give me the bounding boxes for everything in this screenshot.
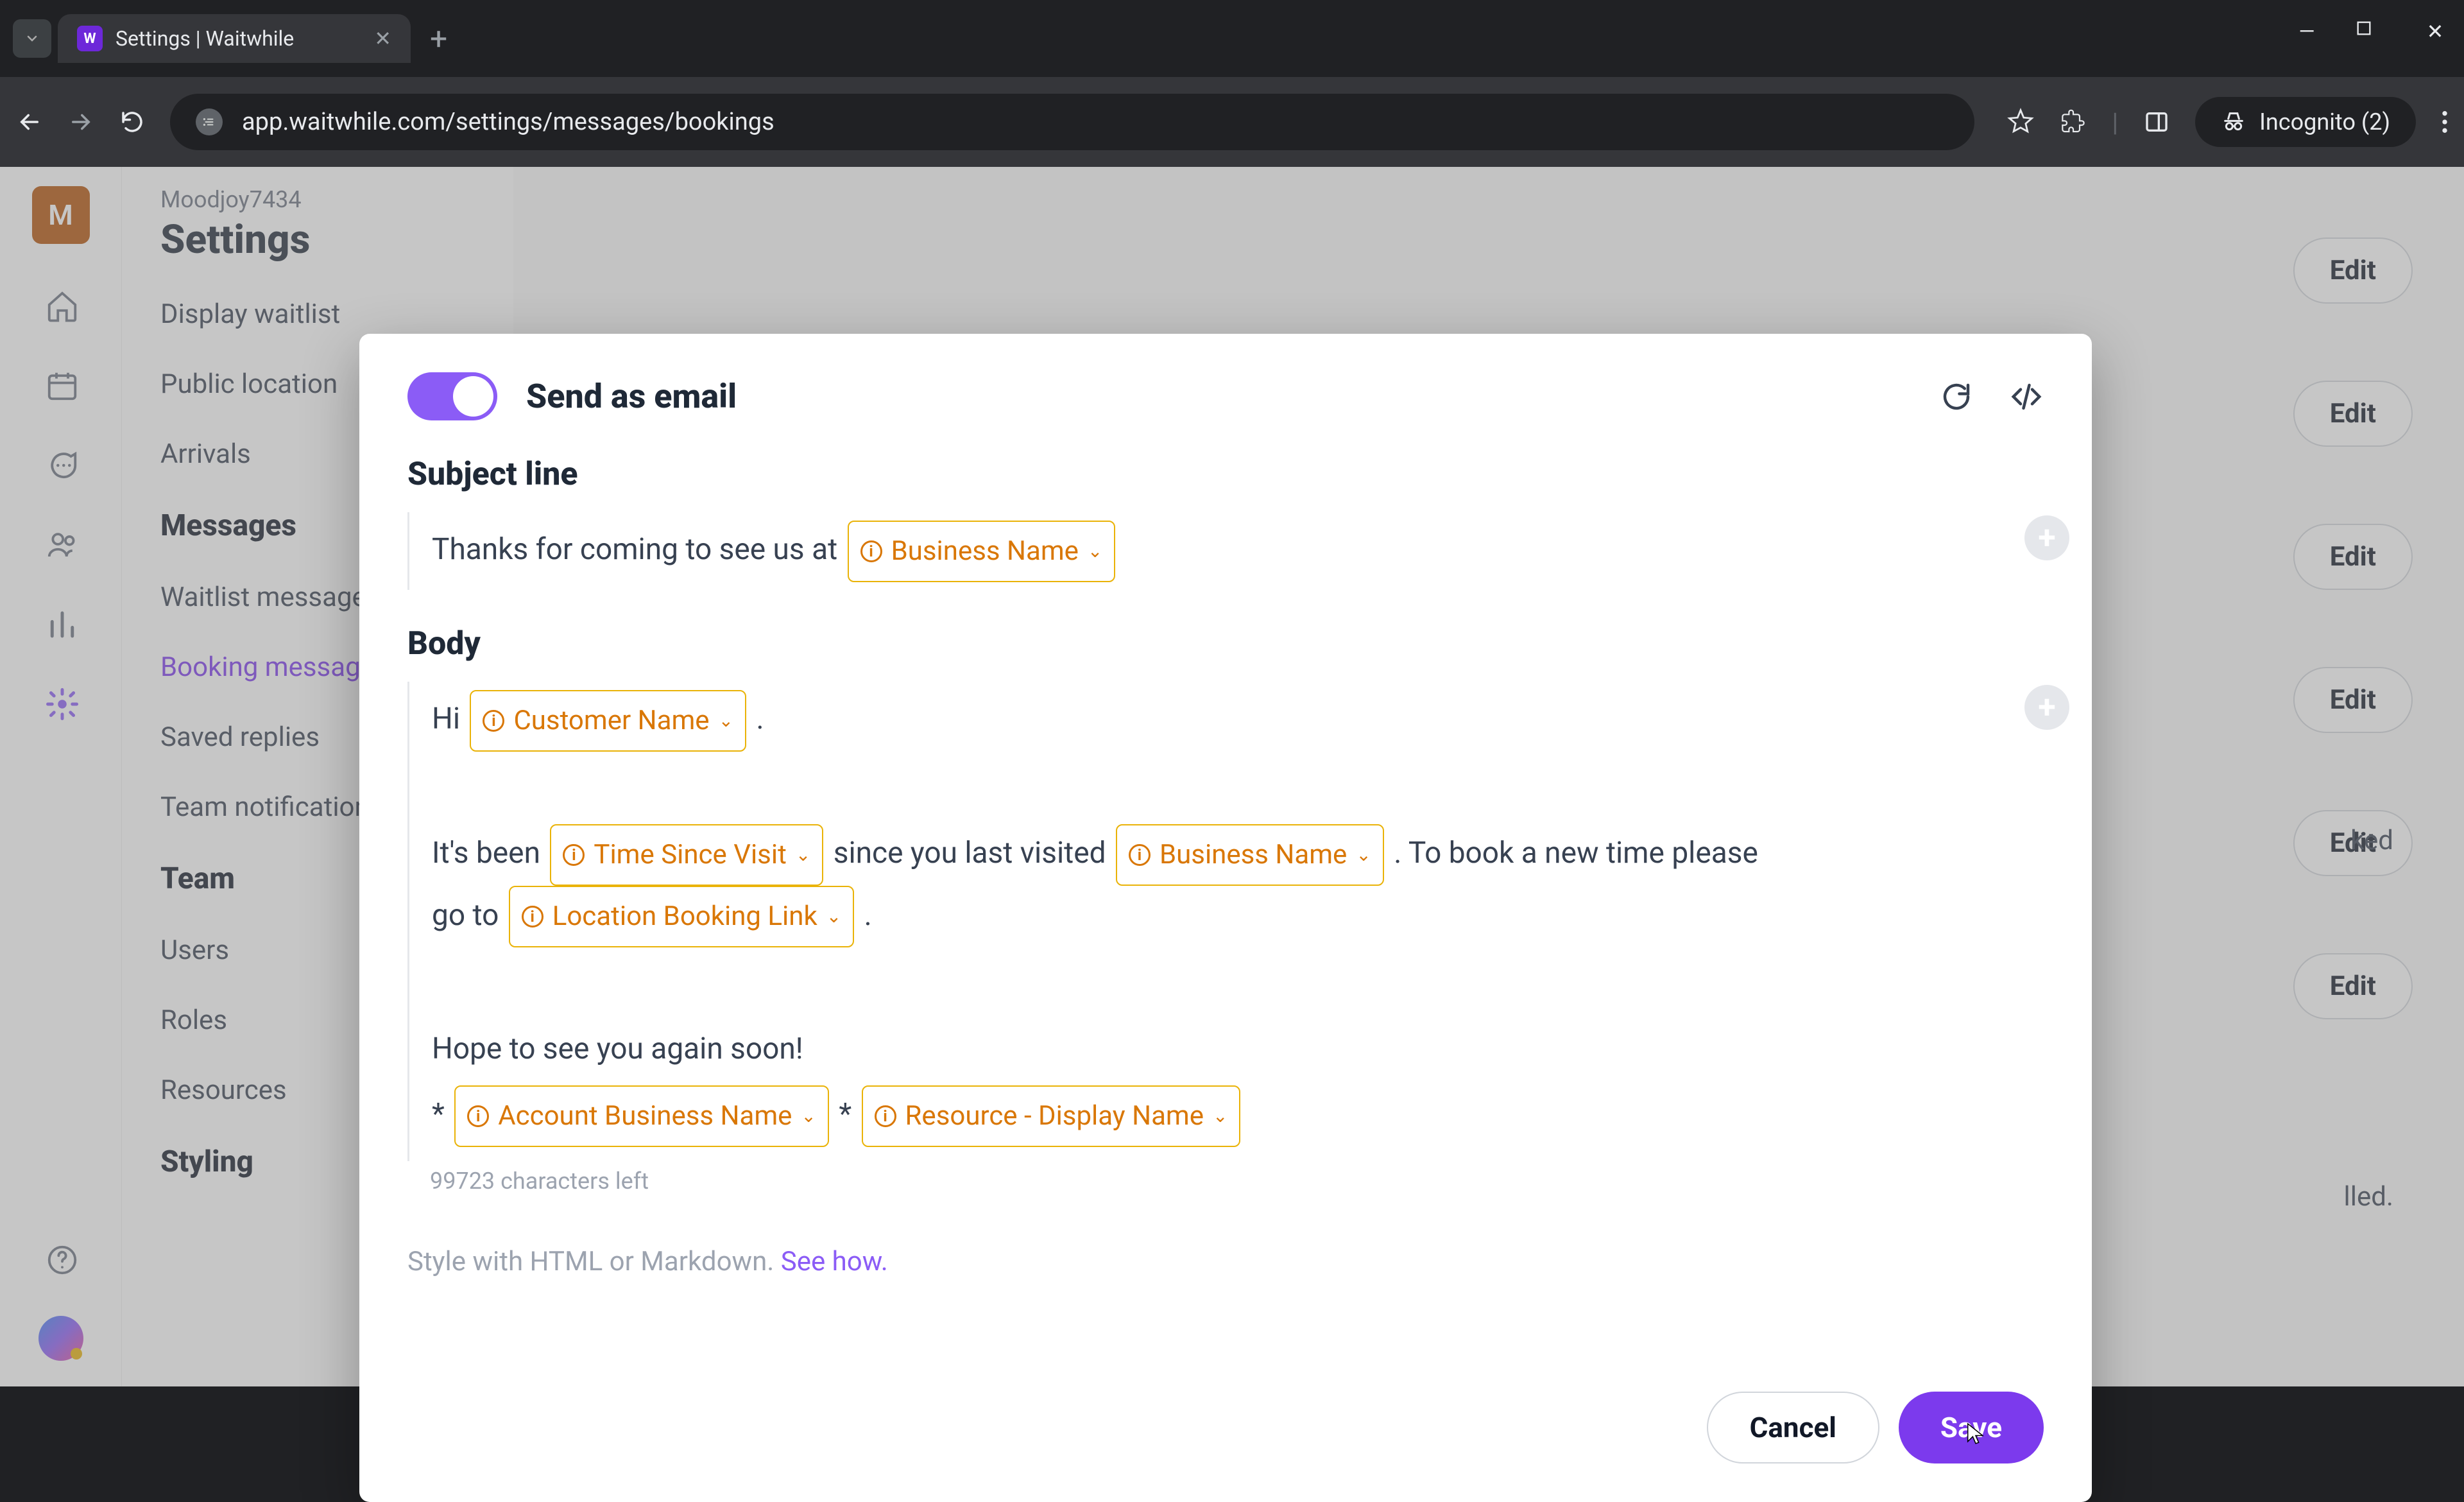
url-text: app.waitwhile.com/settings/messages/book…	[242, 108, 774, 136]
nav-forward-icon	[67, 108, 99, 135]
nav-reload-icon[interactable]	[119, 108, 151, 135]
style-hint: Style with HTML or Markdown. See how.	[407, 1246, 2044, 1277]
tab-search-dropdown[interactable]	[13, 19, 51, 58]
incognito-badge[interactable]: Incognito (2)	[2195, 97, 2416, 147]
tab-favicon: W	[77, 26, 103, 51]
subject-line-input[interactable]: Thanks for coming to see us at iBusiness…	[407, 512, 2044, 590]
add-variable-button[interactable]: +	[2024, 685, 2069, 730]
tab-close-icon[interactable]: ✕	[374, 26, 391, 51]
sidepanel-icon[interactable]	[2144, 109, 2169, 135]
body-input[interactable]: Hi iCustomer Name⌄ . It's been iTime Sin…	[407, 682, 2044, 1161]
variable-time-since-visit[interactable]: iTime Since Visit⌄	[550, 824, 823, 886]
variable-resource-display-name[interactable]: iResource - Display Name⌄	[862, 1085, 1241, 1147]
send-email-toggle-label: Send as email	[526, 377, 737, 416]
add-variable-button[interactable]: +	[2024, 515, 2069, 560]
subject-line-heading: Subject line	[407, 456, 2044, 493]
save-button[interactable]: Save	[1899, 1392, 2044, 1463]
incognito-icon	[2221, 109, 2246, 135]
window-minimize-icon[interactable]: —	[2291, 19, 2323, 44]
variable-business-name[interactable]: iBusiness Name⌄	[1116, 824, 1384, 886]
reset-icon[interactable]	[1939, 379, 1974, 414]
mouse-cursor-icon	[1965, 1422, 1986, 1447]
variable-location-booking-link[interactable]: iLocation Booking Link⌄	[509, 886, 854, 947]
window-maximize-icon[interactable]	[2355, 19, 2387, 44]
edit-message-modal: Send as email Subject line Thanks for co…	[359, 334, 2092, 1502]
cancel-button[interactable]: Cancel	[1707, 1392, 1879, 1463]
incognito-label: Incognito (2)	[2259, 108, 2390, 135]
character-count: 99723 characters left	[430, 1168, 2044, 1195]
new-tab-button[interactable]: +	[430, 21, 447, 57]
code-icon[interactable]	[2009, 379, 2044, 414]
send-email-toggle[interactable]	[407, 372, 497, 420]
variable-account-business-name[interactable]: iAccount Business Name⌄	[454, 1085, 829, 1147]
bookmark-star-icon[interactable]	[2006, 108, 2035, 136]
body-heading: Body	[407, 625, 2044, 662]
site-info-icon[interactable]	[196, 108, 223, 135]
url-bar[interactable]: app.waitwhile.com/settings/messages/book…	[170, 94, 1974, 150]
variable-business-name[interactable]: iBusiness Name⌄	[848, 521, 1116, 582]
see-how-link[interactable]: See how.	[781, 1246, 888, 1277]
divider: |	[2112, 107, 2118, 137]
browser-tab[interactable]: W Settings | Waitwhile ✕	[58, 14, 411, 63]
window-close-icon[interactable]: ✕	[2419, 19, 2451, 44]
browser-menu-icon[interactable]	[2442, 109, 2448, 135]
nav-back-icon[interactable]	[16, 108, 48, 135]
tab-title: Settings | Waitwhile	[116, 26, 294, 51]
variable-customer-name[interactable]: iCustomer Name⌄	[470, 690, 746, 752]
extensions-icon[interactable]	[2060, 109, 2086, 135]
